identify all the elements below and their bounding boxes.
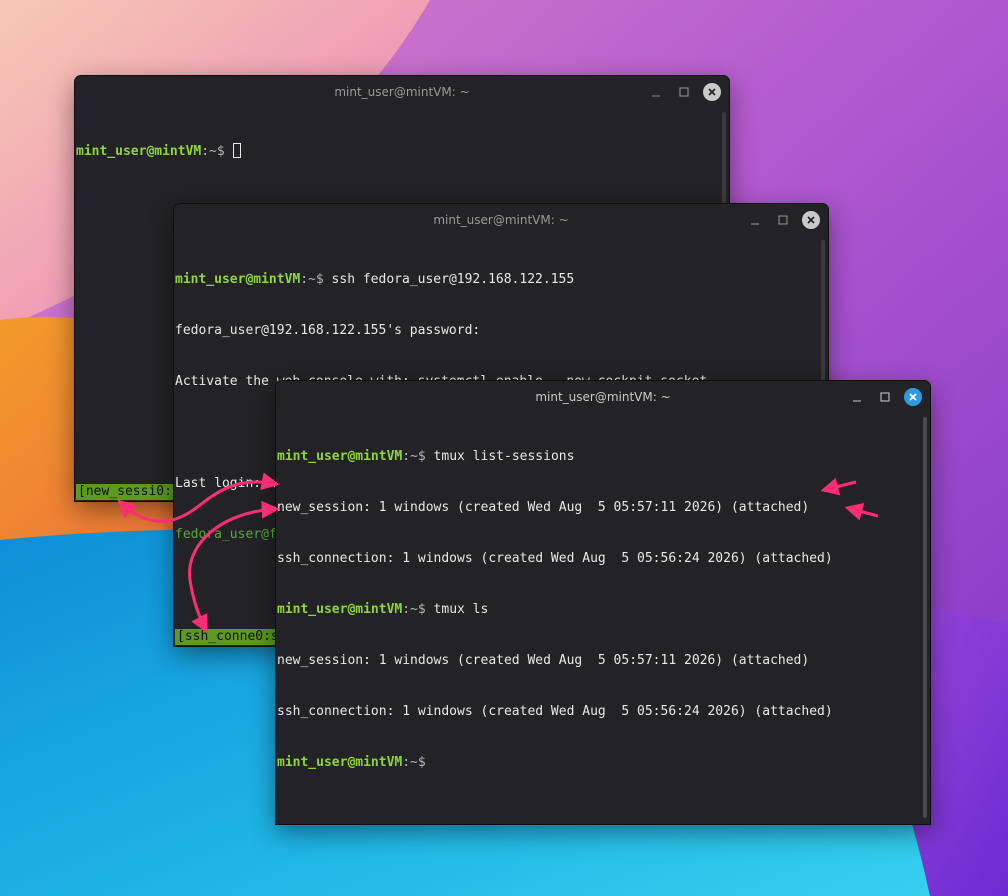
tmux-status-bar: [new_sessi0: <box>76 484 174 500</box>
terminal-window-front[interactable]: mint_user@mintVM: ~ mint_user@mintVM:~$ … <box>276 381 930 824</box>
text-cursor <box>232 143 241 158</box>
prompt-user: mint_user@mintVM <box>277 449 403 464</box>
command-text: tmux list-sessions <box>433 449 575 464</box>
titlebar[interactable]: mint_user@mintVM: ~ <box>276 381 930 412</box>
command-text: ssh fedora_user@192.168.122.155 <box>331 272 575 287</box>
window-title: mint_user@mintVM: ~ <box>535 390 671 404</box>
session-line: new_session: 1 windows (created Wed Aug … <box>277 653 810 668</box>
session-line: ssh_connection: 1 windows (created Wed A… <box>277 551 833 566</box>
prompt-dir: :~$ <box>201 144 233 159</box>
maximize-icon[interactable] <box>876 388 894 406</box>
prompt-user: mint_user@mintVM <box>277 755 403 770</box>
terminal-output[interactable]: mint_user@mintVM:~$ tmux list-sessions n… <box>277 414 833 805</box>
session-line: ssh_connection: 1 windows (created Wed A… <box>277 704 833 719</box>
minimize-icon[interactable] <box>848 388 866 406</box>
prompt-user: mint_user@mintVM <box>277 602 403 617</box>
minimize-icon[interactable] <box>746 211 764 229</box>
prompt-dir: :~$ <box>300 272 332 287</box>
prompt-line: mint_user@mintVM:~$ <box>277 754 833 771</box>
prompt-line: mint_user@mintVM:~$ <box>76 143 241 160</box>
ls-command-line: mint_user@mintVM:~$ tmux ls <box>277 601 833 618</box>
close-icon[interactable] <box>802 211 820 229</box>
titlebar[interactable]: mint_user@mintVM: ~ <box>174 204 828 235</box>
window-title: mint_user@mintVM: ~ <box>433 213 569 227</box>
prompt-user: mint_user@mintVM <box>76 144 202 159</box>
prompt-dir: :~$ <box>402 602 434 617</box>
titlebar[interactable]: mint_user@mintVM: ~ <box>75 76 729 107</box>
close-icon[interactable] <box>904 388 922 406</box>
prompt-dir: :~$ <box>402 755 426 770</box>
prompt-user: mint_user@mintVM <box>175 272 301 287</box>
command-text: tmux ls <box>433 602 489 617</box>
password-line: fedora_user@192.168.122.155's password: <box>175 323 481 338</box>
prompt-dir: :~$ <box>402 449 434 464</box>
tmux-status-bar: [ssh_conne0:s <box>175 629 281 645</box>
session-line: new_session: 1 windows (created Wed Aug … <box>277 500 810 515</box>
terminal-output[interactable]: mint_user@mintVM:~$ <box>76 109 241 194</box>
close-icon[interactable] <box>703 83 721 101</box>
maximize-icon[interactable] <box>675 83 693 101</box>
list-sessions-command-line: mint_user@mintVM:~$ tmux list-sessions <box>277 448 833 465</box>
ssh-command-line: mint_user@mintVM:~$ ssh fedora_user@192.… <box>175 271 707 288</box>
scrollbar[interactable] <box>923 417 927 818</box>
minimize-icon[interactable] <box>647 83 665 101</box>
window-title: mint_user@mintVM: ~ <box>334 85 470 99</box>
maximize-icon[interactable] <box>774 211 792 229</box>
